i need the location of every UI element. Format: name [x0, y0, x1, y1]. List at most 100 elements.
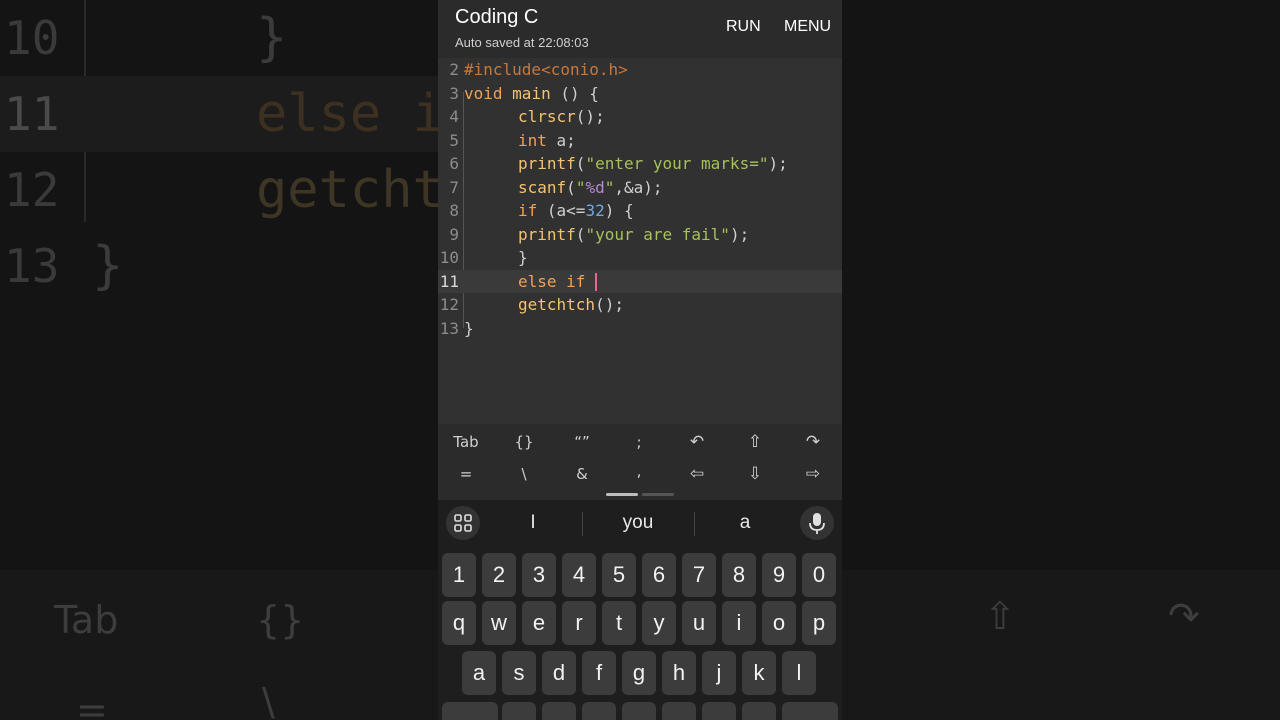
semicolon-key[interactable]: ;	[619, 433, 659, 451]
phone-screen: Coding C Auto saved at 22:08:03 RUN MENU…	[438, 0, 842, 720]
key-t[interactable]: t	[602, 601, 636, 645]
background-line-number: 11	[4, 87, 60, 141]
background-code-text: getcht	[256, 160, 444, 220]
menu-button[interactable]: MENU	[784, 18, 831, 36]
code-line[interactable]: 7 scanf("%d",&a);	[438, 176, 842, 199]
ampersand-key[interactable]: &	[562, 465, 602, 483]
key-3[interactable]: 3	[522, 553, 556, 597]
line-number: 8	[449, 201, 459, 220]
key-v[interactable]	[622, 702, 656, 720]
code-editor[interactable]: 2 #include<conio.h> 3 void main () { 4 c…	[438, 58, 842, 424]
key-6[interactable]: 6	[642, 553, 676, 597]
background-key: ↷	[1168, 594, 1200, 638]
background-line-number: 10	[4, 11, 60, 65]
arrow-right-icon[interactable]: ⇨	[793, 464, 833, 484]
background-key: Tab	[54, 598, 119, 642]
key-1[interactable]: 1	[442, 553, 476, 597]
suggestion-divider	[694, 512, 695, 536]
shift-up-icon[interactable]: ⇧	[735, 432, 775, 452]
tab-key[interactable]: Tab	[446, 433, 486, 451]
key-m[interactable]	[742, 702, 776, 720]
key-x[interactable]	[542, 702, 576, 720]
key-2[interactable]: 2	[482, 553, 516, 597]
code-line[interactable]: 12 getchtch();	[438, 293, 842, 316]
key-u[interactable]: u	[682, 601, 716, 645]
key-y[interactable]: y	[642, 601, 676, 645]
code-line-current[interactable]: 11 else if	[438, 269, 842, 293]
run-button[interactable]: RUN	[726, 18, 761, 36]
code-line[interactable]: 5 int a;	[438, 129, 842, 152]
line-number: 5	[449, 130, 459, 150]
backslash-key[interactable]: \	[504, 465, 544, 483]
line-number: 11	[439, 271, 459, 291]
key-c[interactable]	[582, 702, 616, 720]
code-line[interactable]: 10 }	[438, 246, 842, 269]
soft-keyboard: I you a 1 2 3 4 5 6 7 8 9 0 q w e r t y …	[438, 500, 842, 720]
background-key: =	[76, 688, 108, 720]
key-9[interactable]: 9	[762, 553, 796, 597]
suggestion-divider	[582, 512, 583, 536]
key-b[interactable]	[662, 702, 696, 720]
code-line[interactable]: 8 if (a<=32) {	[438, 199, 842, 222]
code-line[interactable]: 13 }	[438, 317, 842, 340]
key-i[interactable]: i	[722, 601, 756, 645]
key-7[interactable]: 7	[682, 553, 716, 597]
key-j[interactable]: j	[702, 651, 736, 695]
key-s[interactable]: s	[502, 651, 536, 695]
key-p[interactable]: p	[802, 601, 836, 645]
apps-grid-icon[interactable]	[446, 506, 480, 540]
suggestion[interactable]: a	[730, 512, 760, 534]
key-q[interactable]: q	[442, 601, 476, 645]
line-number: 13	[439, 318, 459, 338]
background-line-number: 13	[4, 239, 60, 293]
background-key: \	[262, 680, 275, 720]
key-5[interactable]: 5	[602, 553, 636, 597]
line-number: 4	[449, 107, 459, 126]
shift-key[interactable]	[442, 702, 498, 720]
line-number: 2	[449, 60, 459, 79]
redo-icon[interactable]: ↷	[793, 432, 833, 452]
line-number: 9	[449, 224, 459, 244]
background-line: 12 getcht	[0, 152, 444, 228]
backspace-key[interactable]	[782, 702, 838, 720]
symbol-shortcut-bar: Tab {} “” ; ↶ ⇧ ↷ = \ & , ⇦ ⇩ ⇨	[438, 424, 842, 500]
code-line[interactable]: 4 clrscr();	[438, 105, 842, 128]
equals-key[interactable]: =	[446, 465, 486, 483]
key-z[interactable]	[502, 702, 536, 720]
code-line[interactable]: 3 void main () {	[438, 82, 842, 105]
background-line: 10 }	[0, 0, 440, 76]
arrow-down-icon[interactable]: ⇩	[735, 464, 775, 484]
text-cursor	[595, 273, 598, 291]
key-r[interactable]: r	[562, 601, 596, 645]
key-k[interactable]: k	[742, 651, 776, 695]
key-h[interactable]: h	[662, 651, 696, 695]
braces-key[interactable]: {}	[504, 433, 544, 451]
code-line[interactable]: 9 printf("your are fail");	[438, 223, 842, 246]
app-bar: Coding C Auto saved at 22:08:03 RUN MENU	[438, 0, 842, 58]
line-number: 10	[439, 248, 459, 267]
key-8[interactable]: 8	[722, 553, 756, 597]
key-f[interactable]: f	[582, 651, 616, 695]
key-d[interactable]: d	[542, 651, 576, 695]
key-4[interactable]: 4	[562, 553, 596, 597]
quotes-key[interactable]: “”	[562, 433, 602, 451]
key-o[interactable]: o	[762, 601, 796, 645]
app-title: Coding C	[455, 6, 539, 28]
suggestion[interactable]: you	[613, 512, 663, 534]
comma-key[interactable]: ,	[619, 462, 659, 480]
background-code-text: else i	[256, 84, 444, 144]
microphone-icon[interactable]	[800, 506, 834, 540]
key-w[interactable]: w	[482, 601, 516, 645]
arrow-left-icon[interactable]: ⇦	[677, 464, 717, 484]
code-line[interactable]: 2 #include<conio.h>	[438, 58, 842, 81]
suggestion[interactable]: I	[518, 512, 548, 534]
undo-icon[interactable]: ↶	[677, 432, 717, 452]
key-e[interactable]: e	[522, 601, 556, 645]
key-n[interactable]	[702, 702, 736, 720]
background-key: {}	[256, 598, 305, 642]
code-line[interactable]: 6 printf("enter your marks=");	[438, 152, 842, 175]
key-a[interactable]: a	[462, 651, 496, 695]
key-l[interactable]: l	[782, 651, 816, 695]
key-0[interactable]: 0	[802, 553, 836, 597]
key-g[interactable]: g	[622, 651, 656, 695]
